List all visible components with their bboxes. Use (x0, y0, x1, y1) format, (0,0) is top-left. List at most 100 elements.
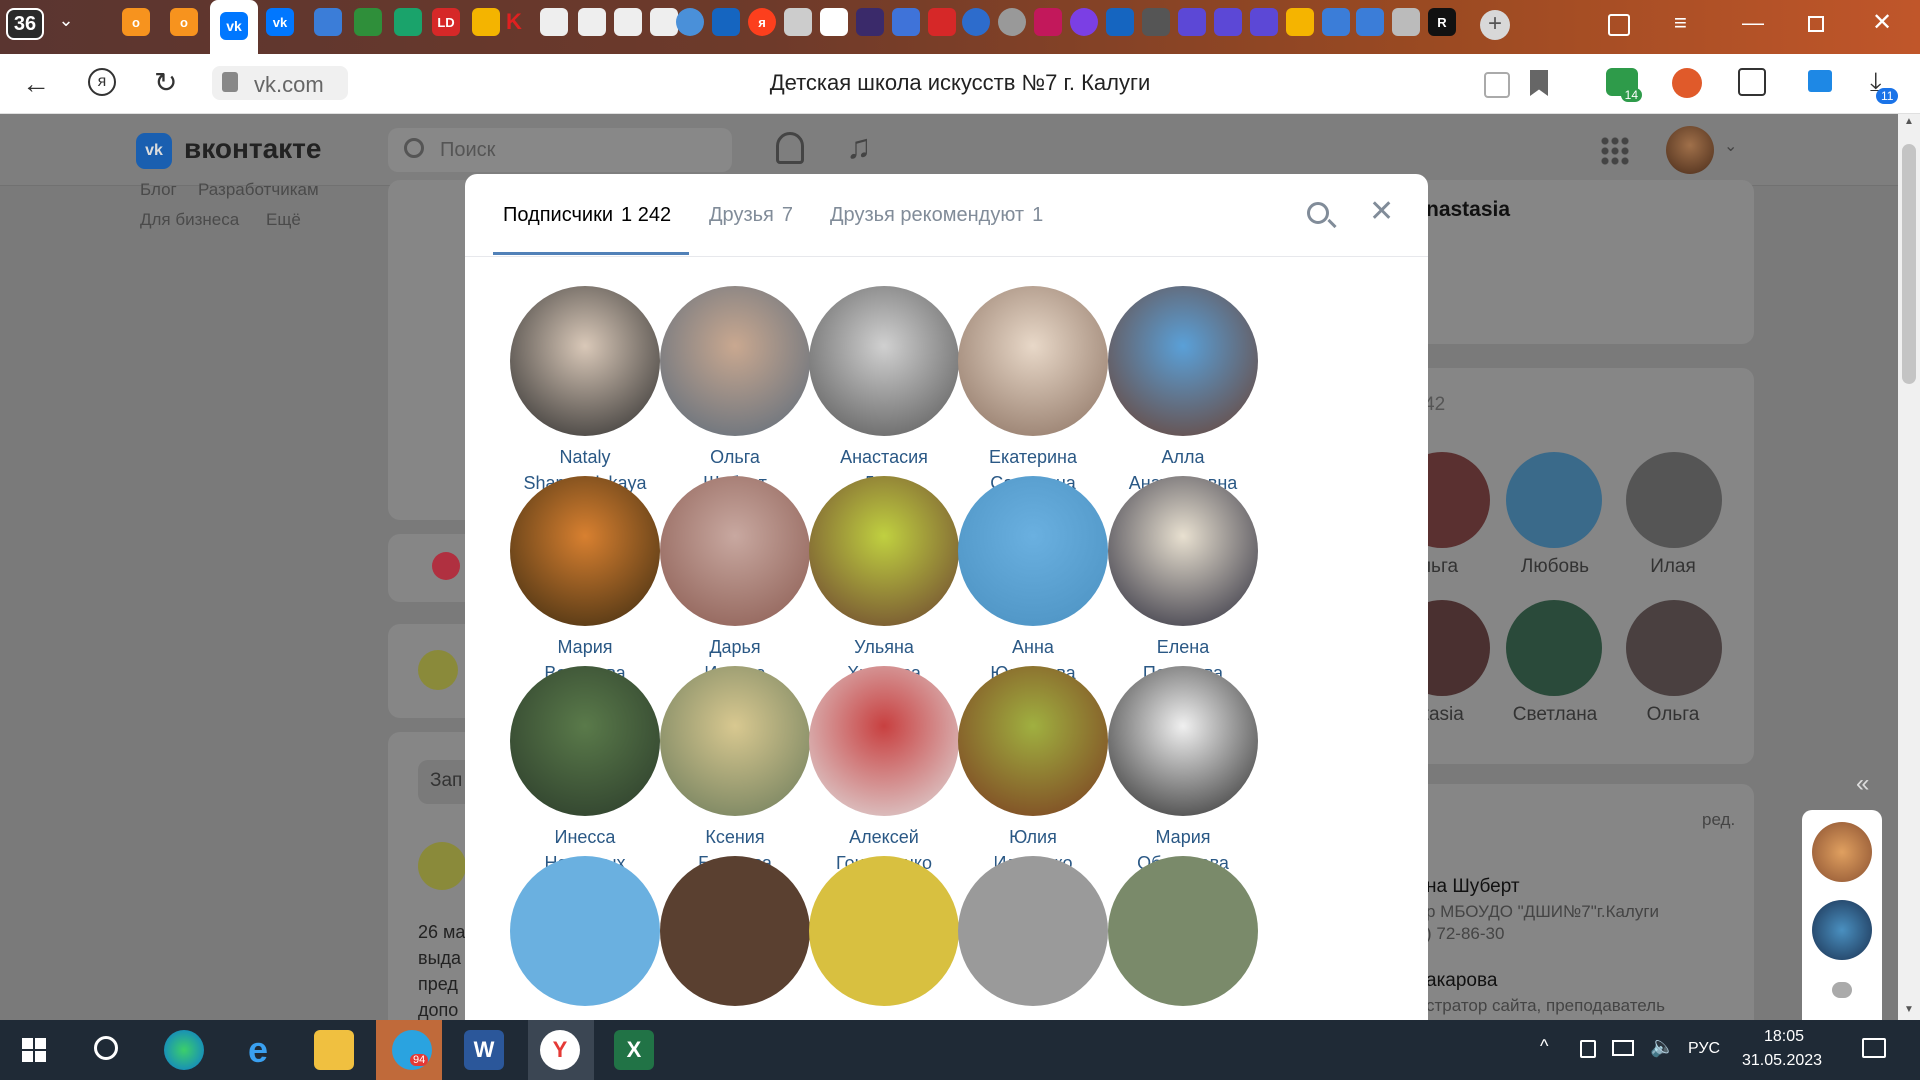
edge-icon[interactable] (164, 1030, 204, 1070)
reload-icon[interactable]: ↻ (154, 66, 177, 99)
follower-card[interactable]: ЕленаПояркова (1093, 476, 1273, 686)
telegram-icon[interactable]: 94 (392, 1030, 432, 1070)
tab-19[interactable] (1142, 8, 1170, 36)
excel-icon[interactable]: X (614, 1030, 654, 1070)
tray-chevron-icon[interactable]: ^ (1540, 1036, 1548, 1057)
clock-date[interactable]: 31.05.2023 (1742, 1052, 1822, 1070)
follower-avatar[interactable] (809, 476, 959, 626)
translate-icon[interactable] (1484, 72, 1510, 98)
tab-ok-1[interactable]: о (122, 8, 150, 36)
tab-2[interactable] (354, 8, 382, 36)
nav-blog[interactable]: Блог (140, 180, 177, 200)
scroll-down-icon[interactable]: ▼ (1904, 1004, 1914, 1015)
start-icon[interactable] (22, 1038, 46, 1062)
tab-22[interactable] (1392, 8, 1420, 36)
community-avatar[interactable] (418, 650, 458, 690)
vk-logo-icon[interactable]: vk (136, 133, 172, 169)
notifications-icon[interactable] (1862, 1038, 1886, 1058)
tab-14[interactable] (962, 8, 990, 36)
right-follower-avatar[interactable] (1626, 600, 1722, 696)
tab-9[interactable] (784, 8, 812, 36)
tab-list-1[interactable] (1178, 8, 1206, 36)
follower-avatar[interactable] (660, 856, 810, 1006)
page-scrollbar[interactable]: ▲ ▼ (1898, 114, 1920, 1020)
tab-doc-4[interactable] (650, 8, 678, 36)
tab-21[interactable] (1356, 8, 1384, 36)
heart-icon[interactable] (432, 552, 460, 580)
follower-avatar[interactable] (660, 286, 810, 436)
notifications-bell-icon[interactable] (776, 132, 804, 164)
follower-avatar[interactable] (1108, 286, 1258, 436)
yandex-icon[interactable]: я (88, 68, 116, 96)
right-follower-name[interactable]: Ольга (1618, 704, 1728, 726)
right-follower-name[interactable]: Любовь (1500, 556, 1610, 578)
apps-grid-icon[interactable] (1600, 136, 1630, 166)
follower-avatar[interactable] (1108, 476, 1258, 626)
follower-avatar[interactable] (510, 666, 660, 816)
tab-yandex[interactable]: я (748, 8, 776, 36)
follower-avatar[interactable] (809, 666, 959, 816)
tab-7[interactable] (676, 8, 704, 36)
tabs-dropdown-icon[interactable]: ⌄ (52, 10, 80, 38)
tab-18[interactable] (1106, 8, 1134, 36)
tab-friends[interactable]: Друзья 7 (709, 204, 793, 227)
tab-doc-1[interactable] (540, 8, 568, 36)
tab-doc-3[interactable] (614, 8, 642, 36)
extension-3-icon[interactable] (1738, 68, 1766, 96)
explorer-icon[interactable] (314, 1030, 354, 1070)
chat-avatar[interactable] (1812, 900, 1872, 960)
network-icon[interactable] (1612, 1040, 1634, 1056)
extension-4-icon[interactable] (1808, 70, 1832, 92)
follower-avatar[interactable] (510, 856, 660, 1006)
tab-10[interactable] (820, 8, 848, 36)
close-window-icon[interactable]: ✕ (1872, 8, 1892, 37)
tab-16[interactable] (1034, 8, 1062, 36)
extension-icon[interactable]: 14 (1606, 68, 1642, 102)
right-follower-avatar[interactable] (1506, 452, 1602, 548)
bookmark-icon[interactable] (1530, 70, 1548, 96)
tab-6[interactable]: K (500, 8, 528, 36)
right-follower-avatar[interactable] (1506, 600, 1602, 696)
url-field[interactable]: vk.com (212, 66, 348, 100)
avatar[interactable] (1666, 126, 1714, 174)
tab-counter[interactable]: 36 (6, 8, 44, 40)
follower-avatar[interactable] (1108, 666, 1258, 816)
new-tab-button[interactable]: + (1480, 10, 1510, 40)
collections-icon[interactable] (1608, 14, 1630, 36)
tab-mail[interactable] (1286, 8, 1314, 36)
right-follower-name[interactable]: Илая (1618, 556, 1728, 578)
tab-13[interactable] (928, 8, 956, 36)
follower-avatar[interactable] (809, 856, 959, 1006)
language-indicator[interactable]: РУС (1688, 1040, 1720, 1058)
follower-card[interactable]: АллаАнатольевна (1093, 286, 1273, 496)
tab-17[interactable] (1070, 8, 1098, 36)
tab-3[interactable] (394, 8, 422, 36)
search-icon[interactable] (1307, 202, 1329, 224)
follower-avatar[interactable] (510, 476, 660, 626)
chat-bubble-icon[interactable] (1832, 982, 1852, 998)
tab-4[interactable]: LD (432, 8, 460, 36)
search-icon[interactable] (94, 1036, 118, 1060)
vk-search-input[interactable]: Поиск (388, 128, 732, 172)
tab-vk-2[interactable]: vk (266, 8, 294, 36)
contact-name[interactable]: акарова (1426, 970, 1497, 992)
extension-2-icon[interactable] (1672, 68, 1702, 98)
right-profile-name[interactable]: nastasia (1426, 198, 1510, 222)
right-follower-avatar[interactable] (1626, 452, 1722, 548)
tab-5[interactable] (472, 8, 500, 36)
follower-avatar[interactable] (958, 666, 1108, 816)
tab-ok-2[interactable]: о (170, 8, 198, 36)
music-icon[interactable]: ♫ (846, 128, 872, 167)
tray-device-icon[interactable] (1580, 1040, 1596, 1058)
tab-11[interactable] (856, 8, 884, 36)
minimize-icon[interactable]: — (1742, 10, 1764, 36)
chat-avatar[interactable] (1812, 822, 1872, 882)
back-icon[interactable]: ← (22, 68, 50, 100)
tab-list-3[interactable] (1250, 8, 1278, 36)
follower-avatar[interactable] (809, 286, 959, 436)
tab-8[interactable] (712, 8, 740, 36)
word-icon[interactable]: W (464, 1030, 504, 1070)
tab-15[interactable] (998, 8, 1026, 36)
ie-icon[interactable]: e (238, 1030, 278, 1070)
scroll-thumb[interactable] (1902, 144, 1916, 384)
